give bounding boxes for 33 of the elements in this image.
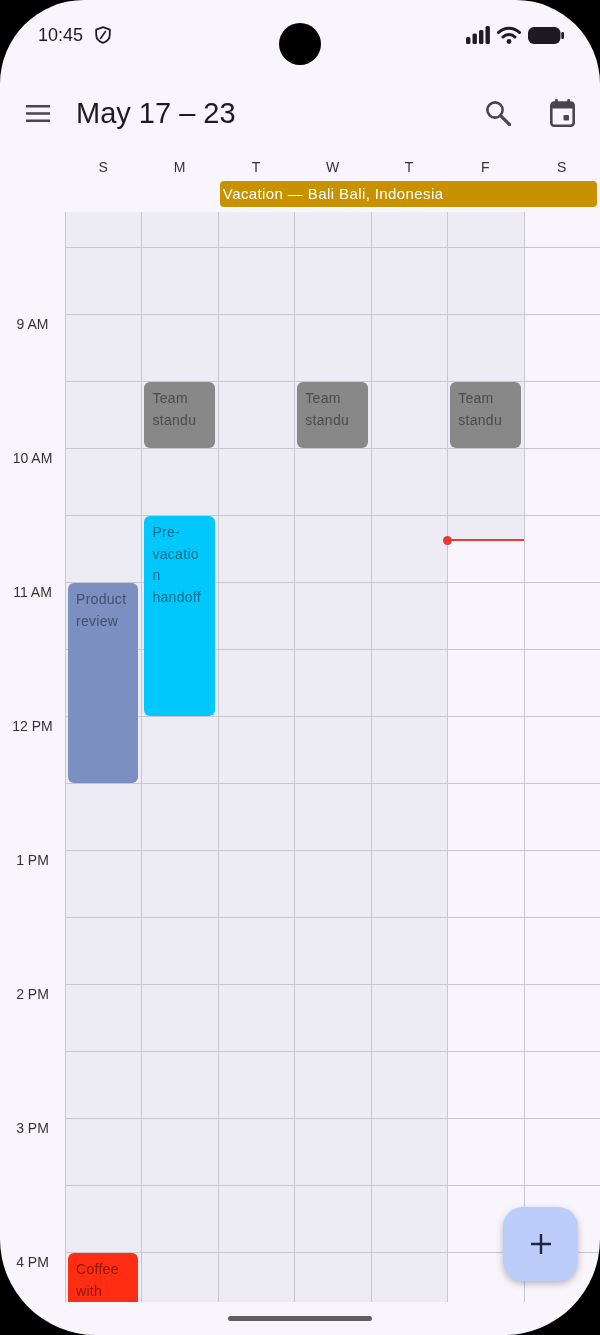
hour-label: 11 AM [13,583,52,602]
search-icon[interactable] [485,100,511,126]
hour-label: 4 PM [16,1253,49,1272]
shield-icon [95,26,112,44]
calendar-event[interactable]: Pre-vacation handoff [144,516,215,716]
weekday-label: M [173,160,186,174]
battery-icon [528,26,564,44]
hour-label: 1 PM [16,851,49,870]
weekday-label: S [557,160,567,174]
all-day-event[interactable]: Vacation — Bali Bali, Indonesia [219,181,597,207]
calendar-event[interactable]: Team standu [297,382,368,448]
calendar-event[interactable]: Coffee with [68,1253,139,1302]
wifi-icon [497,26,521,44]
calendar-event[interactable]: Team standu [450,382,521,448]
weekday-label: T [251,160,261,174]
status-time: 10:45 [38,25,84,45]
calendar-event[interactable]: Product review [68,583,139,783]
hour-label: 2 PM [16,985,49,1004]
hour-label: 9 AM [16,315,49,334]
hour-label: 10 AM [12,449,53,468]
date-range-title: May 17 – 23 [76,96,236,131]
weekday-label: T [404,160,414,174]
hour-label: 12 PM [12,717,53,736]
signal-icon [466,26,490,44]
calendar-event[interactable]: Team standu [144,382,215,448]
menu-icon[interactable] [26,104,50,122]
hour-label: 3 PM [16,1119,49,1138]
calendar-icon[interactable] [550,99,575,127]
weekday-label: S [98,160,108,174]
camera-hole [279,23,321,65]
weekday-label: W [325,160,340,174]
plus-icon [530,1234,551,1254]
weekday-label: F [481,160,490,174]
